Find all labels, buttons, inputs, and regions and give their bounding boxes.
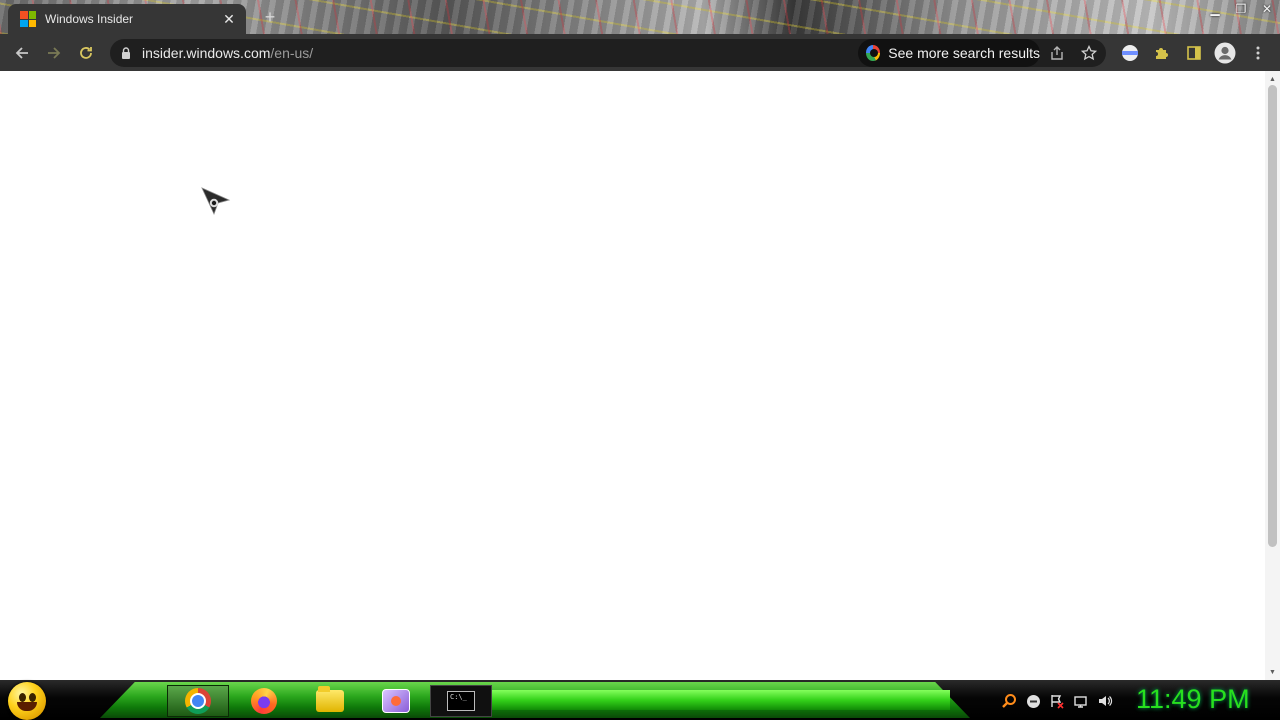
minimize-icon[interactable]: ▁	[1202, 0, 1228, 18]
taskbar-paint[interactable]	[365, 685, 427, 717]
microsoft-logo-icon	[20, 11, 36, 27]
vertical-scrollbar[interactable]: ▲ ▼	[1265, 71, 1280, 680]
tab-strip: Windows Insider ✕ + ▁ ❐ ✕	[0, 0, 1280, 34]
network-icon[interactable]	[1072, 692, 1090, 710]
smiley-start-icon[interactable]	[8, 682, 46, 720]
search-chip-label: See more search results	[888, 45, 1040, 61]
taskbar-file-explorer[interactable]	[299, 685, 361, 717]
browser-toolbar: insider.windows.com/en-us/ See more sear…	[0, 34, 1280, 71]
arrow-right-icon[interactable]	[40, 39, 68, 67]
address-bar[interactable]: insider.windows.com/en-us/ See more sear…	[110, 39, 1106, 67]
search-icon[interactable]	[1000, 692, 1018, 710]
mouse-cursor-icon	[201, 187, 231, 216]
folder-icon	[316, 686, 344, 712]
more-icon[interactable]	[1247, 42, 1269, 64]
chrome-icon	[185, 688, 211, 714]
taskbar-green-stripe	[490, 690, 950, 710]
system-tray	[1000, 691, 1120, 711]
cmd-icon-label: C:\_	[450, 693, 467, 701]
triangle-down-icon[interactable]: ▼	[1265, 666, 1280, 678]
plus-icon[interactable]: +	[259, 6, 281, 28]
volume-icon[interactable]	[1096, 692, 1114, 710]
firefox-icon	[251, 688, 277, 714]
tab-windows-insider[interactable]: Windows Insider ✕	[8, 4, 246, 34]
close-icon[interactable]: ✕	[1254, 0, 1280, 18]
taskbar-clock[interactable]: 11:49 PM	[1136, 684, 1250, 715]
smiley-mouth	[17, 702, 37, 711]
arrow-left-icon[interactable]	[8, 39, 36, 67]
share-icon[interactable]	[1048, 44, 1066, 62]
taskbar-chrome[interactable]	[167, 685, 229, 717]
flag-icon[interactable]	[1048, 692, 1066, 710]
paint-icon	[382, 689, 410, 713]
url-path: /en-us/	[270, 45, 314, 61]
search-chip[interactable]: See more search results	[858, 39, 1040, 67]
minus-circle-icon[interactable]	[1024, 692, 1042, 710]
triangle-up-icon[interactable]: ▲	[1265, 73, 1280, 85]
tab-title: Windows Insider	[45, 12, 134, 26]
smiley-eye-right	[29, 693, 36, 702]
side-panel-icon[interactable]	[1183, 42, 1205, 64]
restore-icon[interactable]: ❐	[1228, 0, 1254, 18]
lock-icon[interactable]	[121, 47, 131, 59]
taskbar-command-prompt[interactable]: C:\_	[430, 685, 492, 717]
taskbar-firefox[interactable]	[233, 685, 295, 717]
google-icon	[866, 45, 881, 61]
url-host: insider.windows.com	[142, 45, 271, 61]
url-text: insider.windows.com/en-us/	[142, 45, 313, 61]
profile-extension-icon[interactable]	[1119, 42, 1141, 64]
scroll-thumb[interactable]	[1268, 85, 1277, 547]
account-icon[interactable]	[1214, 42, 1236, 64]
page-content[interactable]	[0, 71, 1265, 680]
smiley-eye-left	[19, 693, 26, 702]
cmd-icon: C:\_	[447, 691, 475, 711]
star-icon[interactable]	[1080, 44, 1098, 62]
window-controls: ▁ ❐ ✕	[1202, 0, 1280, 20]
puzzle-icon[interactable]	[1151, 42, 1173, 64]
reload-icon[interactable]	[72, 39, 100, 67]
close-icon[interactable]: ✕	[220, 10, 238, 28]
